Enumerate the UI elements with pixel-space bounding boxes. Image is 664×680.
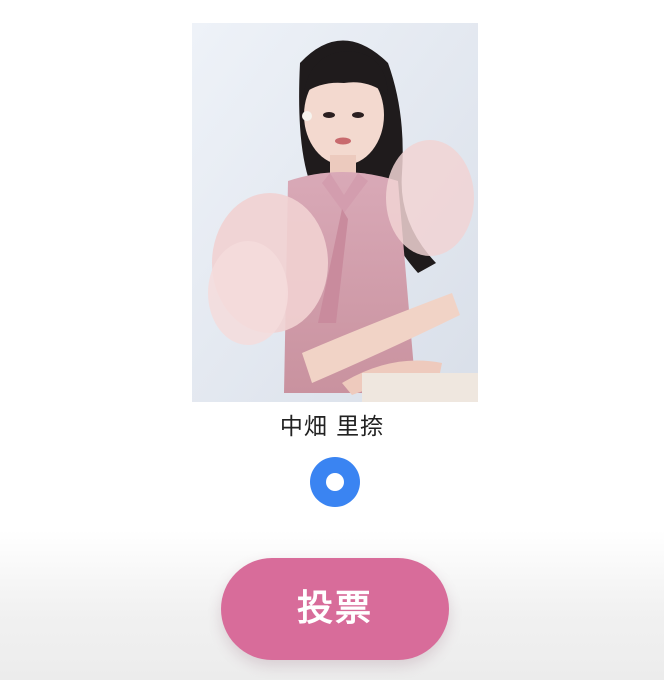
radio-selected-dot xyxy=(326,473,344,491)
candidate-photo xyxy=(192,23,478,402)
candidate-photo-illustration xyxy=(192,23,478,402)
candidate-name: 中畑 里捺 xyxy=(279,414,385,440)
vote-button[interactable]: 投票 xyxy=(221,558,449,660)
candidate-select-radio[interactable] xyxy=(310,457,360,507)
